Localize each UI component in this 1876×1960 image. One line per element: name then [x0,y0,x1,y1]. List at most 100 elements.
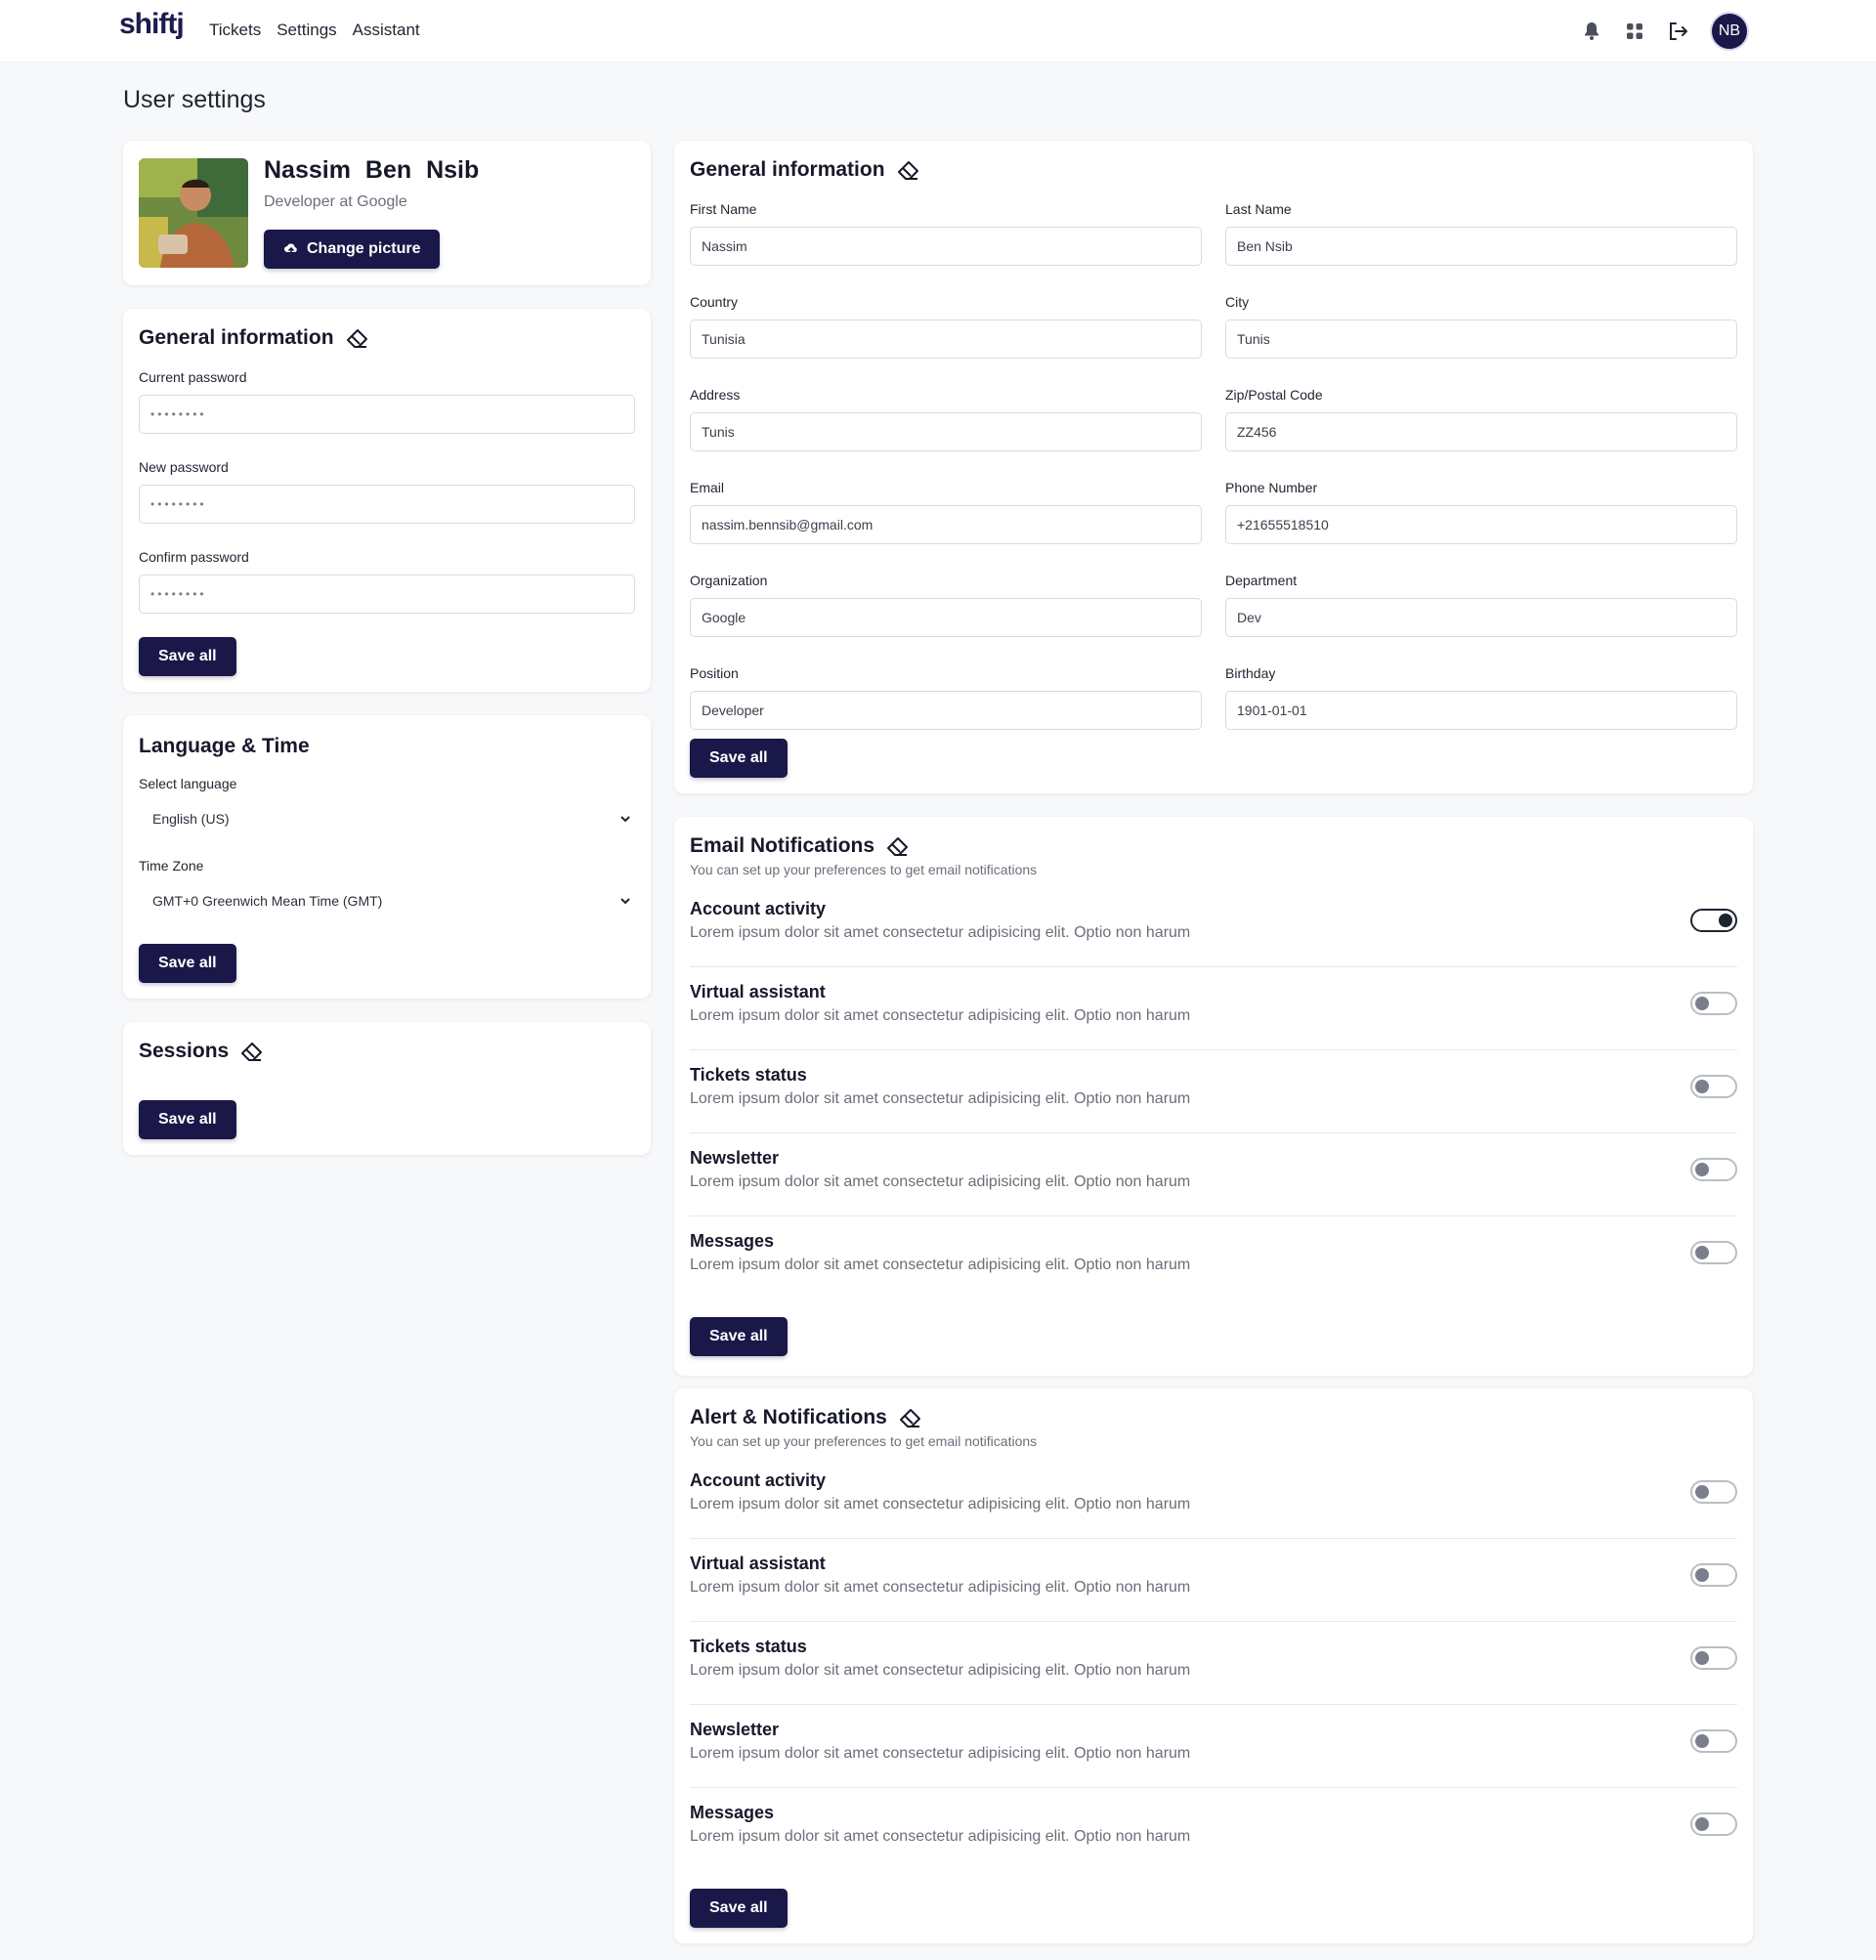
current-password-input[interactable]: •••••••• [139,395,635,434]
zip-group: Zip/Postal Code ZZ456 [1225,387,1737,451]
user-avatar[interactable]: NB [1710,12,1749,51]
last-name-input[interactable]: Ben Nsib [1225,227,1737,266]
password-save-button[interactable]: Save all [139,637,236,676]
language-select[interactable]: English (US) [139,799,635,838]
email-notifications-title: Email Notifications [690,834,910,858]
phone-input[interactable]: +21655518510 [1225,505,1737,544]
account-activity-toggle[interactable] [1690,909,1737,932]
email-notif-messages: Messages Lorem ipsum dolor sit amet cons… [690,1231,1737,1314]
email-notifications-save-button[interactable]: Save all [690,1317,788,1356]
notif-title: Tickets status [690,1065,807,1085]
newsletter-toggle[interactable] [1690,1158,1737,1181]
language-label: Select language [139,776,237,791]
alert-notifications-card: Alert & Notifications You can set up you… [674,1388,1753,1943]
email-notif-tickets-status: Tickets status Lorem ipsum dolor sit ame… [690,1065,1737,1148]
email-notif-virtual-assistant: Virtual assistant Lorem ipsum dolor sit … [690,982,1737,1065]
notif-title: Newsletter [690,1148,780,1168]
alert-notif-newsletter: Newsletter Lorem ipsum dolor sit amet co… [690,1720,1737,1803]
messages-toggle[interactable] [1690,1812,1737,1836]
last-name-group: Last Name Ben Nsib [1225,201,1737,266]
nav-settings[interactable]: Settings [277,21,336,40]
tickets-status-toggle[interactable] [1690,1646,1737,1670]
toggle-knob [1695,1246,1709,1259]
first-name-input[interactable]: Nassim [690,227,1202,266]
country-input[interactable]: Tunisia [690,320,1202,359]
notif-title: Account activity [690,899,827,918]
general-info-title-text: General information [690,158,885,181]
country-group: Country Tunisia [690,294,1202,359]
city-input[interactable]: Tunis [1225,320,1737,359]
chevron-down-icon [620,816,630,823]
page-title: User settings [123,86,266,113]
notif-description: Lorem ipsum dolor sit amet consectetur a… [690,1496,1191,1513]
profile-name: Nassim Ben Nsib [264,156,479,185]
new-password-input[interactable]: •••••••• [139,485,635,524]
eraser-icon[interactable] [240,1041,264,1062]
first-name-label: First Name [690,201,757,217]
timezone-select-value: GMT+0 Greenwich Mean Time (GMT) [152,893,383,909]
virtual-assistant-toggle[interactable] [1690,1563,1737,1587]
zip-input[interactable]: ZZ456 [1225,412,1737,451]
eraser-icon[interactable] [886,835,910,857]
sessions-save-button[interactable]: Save all [139,1100,236,1139]
address-input[interactable]: Tunis [690,412,1202,451]
app-logo[interactable]: shiftj [119,8,185,51]
phone-group: Phone Number +21655518510 [1225,480,1737,544]
password-card-title-text: General information [139,326,334,349]
divider [690,1538,1737,1539]
newsletter-toggle[interactable] [1690,1729,1737,1753]
divider [690,1215,1737,1216]
bell-icon[interactable] [1581,21,1602,42]
birthday-label: Birthday [1225,665,1276,681]
account-activity-toggle[interactable] [1690,1480,1737,1504]
change-picture-button[interactable]: Change picture [264,230,441,269]
general-info-save-button[interactable]: Save all [690,739,788,778]
toggle-knob [1695,1163,1709,1176]
email-label: Email [690,480,725,495]
profile-card: Nassim Ben Nsib Developer at Google Chan… [123,141,651,285]
eraser-icon[interactable] [346,327,369,349]
eraser-icon[interactable] [899,1407,922,1428]
divider [690,1132,1737,1133]
toggle-knob [1695,1734,1709,1748]
confirm-password-input[interactable]: •••••••• [139,575,635,614]
divider [690,1621,1737,1622]
timezone-select[interactable]: GMT+0 Greenwich Mean Time (GMT) [139,881,635,920]
current-password-label: Current password [139,369,247,385]
profile-first-name: Nassim [264,156,351,184]
nav-assistant[interactable]: Assistant [353,21,420,40]
chevron-down-icon [620,898,630,905]
profile-role: Developer at Google [264,193,407,210]
divider [690,1704,1737,1705]
sessions-card-title: Sessions [139,1040,264,1063]
first-name-group: First Name Nassim [690,201,1202,266]
birthday-input[interactable]: 1901-01-01 [1225,691,1737,730]
language-time-card: Language & Time Select language English … [123,715,651,999]
logo-text: shiftj [119,8,185,40]
virtual-assistant-toggle[interactable] [1690,992,1737,1015]
toggle-knob [1695,997,1709,1010]
eraser-icon[interactable] [897,159,920,181]
toggle-knob [1695,1651,1709,1665]
country-label: Country [690,294,739,310]
position-label: Position [690,665,739,681]
messages-toggle[interactable] [1690,1241,1737,1264]
position-input[interactable]: Developer [690,691,1202,730]
email-notifications-card: Email Notifications You can set up your … [674,817,1753,1376]
alert-notif-virtual-assistant: Virtual assistant Lorem ipsum dolor sit … [690,1554,1737,1637]
notif-title: Newsletter [690,1720,780,1739]
city-group: City Tunis [1225,294,1737,359]
alert-notifications-save-button[interactable]: Save all [690,1889,788,1928]
last-name-label: Last Name [1225,201,1292,217]
organization-input[interactable]: Google [690,598,1202,637]
tickets-status-toggle[interactable] [1690,1075,1737,1098]
department-input[interactable]: Dev [1225,598,1737,637]
grid-icon[interactable] [1624,21,1645,42]
position-group: Position Developer [690,665,1202,730]
email-input[interactable]: nassim.bennsib@gmail.com [690,505,1202,544]
logout-icon[interactable] [1667,21,1688,42]
language-save-button[interactable]: Save all [139,944,236,983]
email-notifications-title-text: Email Notifications [690,834,875,857]
nav-tickets[interactable]: Tickets [209,21,261,40]
alert-notifications-title: Alert & Notifications [690,1406,922,1429]
